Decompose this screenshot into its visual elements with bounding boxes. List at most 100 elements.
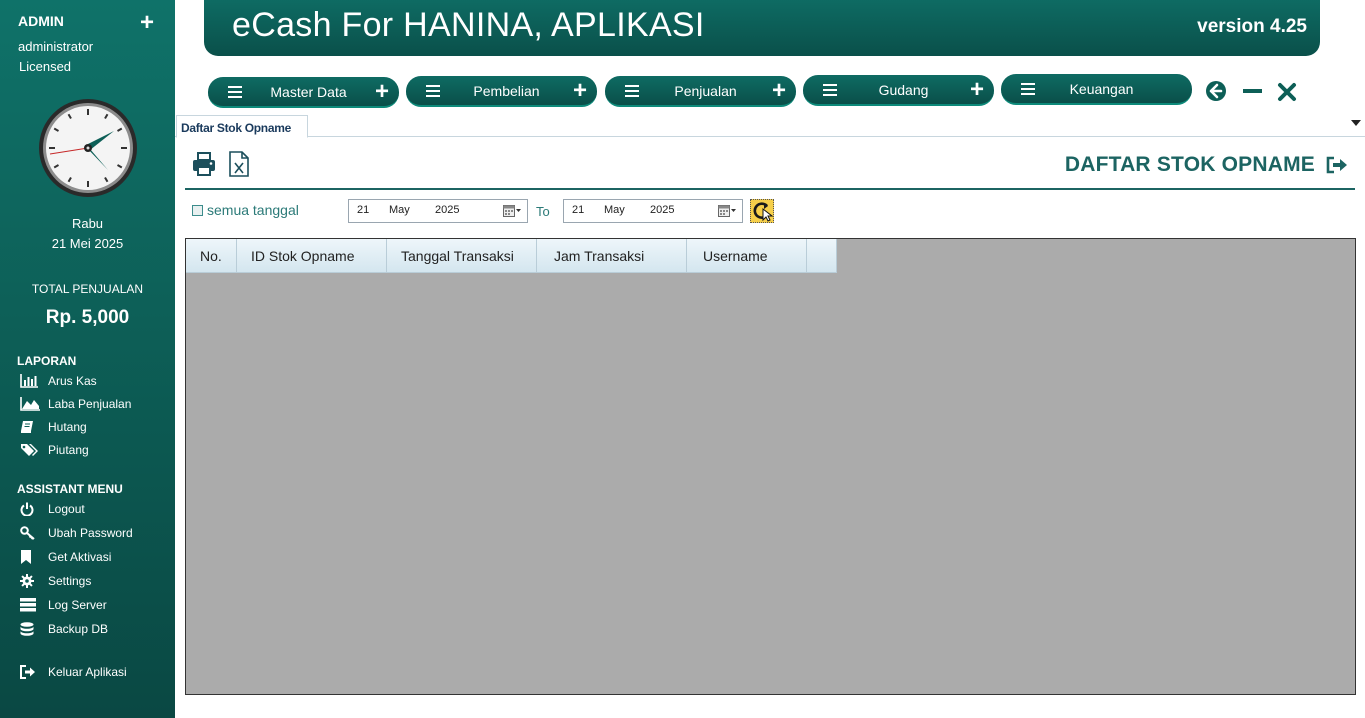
sidebar-item-hutang[interactable]: Hutang bbox=[20, 417, 87, 437]
calendar-dropdown-icon[interactable] bbox=[503, 205, 521, 217]
menu-icon bbox=[228, 86, 242, 98]
sidebar-item-label: Ubah Password bbox=[48, 526, 133, 540]
sidebar-item-label: Logout bbox=[48, 502, 85, 516]
menu-master-data[interactable]: Master Data + bbox=[208, 77, 399, 108]
export-excel-icon[interactable] bbox=[228, 151, 250, 177]
expand-plus-icon[interactable]: + bbox=[772, 78, 786, 104]
sidebar-item-ubah-password[interactable]: Ubah Password bbox=[20, 523, 133, 543]
analog-clock-icon bbox=[39, 99, 137, 197]
to-label: To bbox=[536, 204, 550, 219]
menu-gudang[interactable]: Gudang + bbox=[803, 75, 994, 106]
server-icon bbox=[20, 597, 42, 613]
menu-label: Gudang bbox=[878, 81, 929, 98]
area-chart-icon bbox=[20, 396, 42, 412]
date-to-month[interactable]: May bbox=[604, 204, 625, 216]
app-title: eCash For HANINA, APLIKASI bbox=[232, 6, 705, 44]
username-label: administrator bbox=[18, 39, 94, 54]
total-sales-value: Rp. 5,000 bbox=[45, 307, 130, 328]
tab-dropdown-icon[interactable] bbox=[1351, 120, 1361, 126]
date-to-day[interactable]: 21 bbox=[572, 204, 584, 216]
date-from-picker[interactable]: 21 May 2025 bbox=[348, 199, 528, 223]
admin-label: ADMIN bbox=[18, 13, 64, 29]
sidebar-item-piutang[interactable]: Piutang bbox=[20, 440, 89, 460]
tab-strip: Daftar Stok Opname bbox=[175, 113, 1365, 138]
sidebar-item-label: Backup DB bbox=[48, 622, 109, 636]
column-header-tanggal-transaksi[interactable]: Tanggal Transaksi bbox=[387, 239, 537, 273]
print-icon[interactable] bbox=[192, 152, 216, 176]
sidebar: ADMIN + administrator Licensed Rabu 21 M… bbox=[0, 0, 175, 718]
total-sales-label: TOTAL PENJUALAN bbox=[31, 282, 144, 296]
menu-keuangan[interactable]: Keuangan bbox=[1001, 74, 1192, 105]
stok-opname-table: No. ID Stok Opname Tanggal Transaksi Jam… bbox=[185, 238, 1356, 695]
date-from-year[interactable]: 2025 bbox=[435, 204, 459, 216]
sidebar-item-label: Piutang bbox=[48, 443, 89, 457]
expand-plus-icon[interactable]: + bbox=[970, 77, 984, 103]
current-day: Rabu bbox=[71, 216, 104, 231]
sidebar-item-logout[interactable]: Logout bbox=[20, 499, 85, 519]
database-icon bbox=[20, 621, 42, 637]
refresh-icon bbox=[753, 202, 774, 222]
sidebar-item-arus-kas[interactable]: Arus Kas bbox=[20, 371, 97, 391]
sidebar-item-laba-penjualan[interactable]: Laba Penjualan bbox=[20, 394, 131, 414]
date-to-year[interactable]: 2025 bbox=[650, 204, 674, 216]
laporan-section-title: LAPORAN bbox=[17, 354, 77, 368]
back-icon[interactable] bbox=[1205, 80, 1227, 102]
column-header-jam-transaksi[interactable]: Jam Transaksi bbox=[537, 239, 687, 273]
semua-tanggal-checkbox[interactable] bbox=[192, 205, 203, 216]
tab-daftar-stok-opname[interactable]: Daftar Stok Opname bbox=[176, 115, 308, 138]
menu-pembelian[interactable]: Pembelian + bbox=[406, 76, 597, 107]
bookmark-icon bbox=[20, 549, 42, 565]
menu-icon bbox=[426, 85, 440, 97]
refresh-button[interactable] bbox=[750, 199, 774, 223]
key-icon bbox=[20, 525, 42, 541]
column-header-username[interactable]: Username bbox=[687, 239, 807, 273]
page-title: DAFTAR STOK OPNAME bbox=[1064, 153, 1315, 176]
minimize-icon[interactable] bbox=[1242, 80, 1264, 102]
calendar-dropdown-icon[interactable] bbox=[718, 205, 736, 217]
current-date: 21 Mei 2025 bbox=[51, 236, 124, 251]
column-header-id-stok-opname[interactable]: ID Stok Opname bbox=[237, 239, 387, 273]
license-status: Licensed bbox=[19, 59, 72, 74]
sidebar-item-label: Arus Kas bbox=[48, 374, 97, 388]
sign-out-icon bbox=[20, 664, 42, 680]
menu-label: Pembelian bbox=[473, 82, 540, 99]
close-page-icon[interactable] bbox=[1326, 156, 1348, 174]
table-header: No. ID Stok Opname Tanggal Transaksi Jam… bbox=[186, 239, 837, 273]
date-from-month[interactable]: May bbox=[389, 204, 410, 216]
sidebar-add-button[interactable]: + bbox=[140, 11, 154, 35]
app-version: version 4.25 bbox=[1197, 16, 1307, 37]
app-header: eCash For HANINA, APLIKASI version 4.25 bbox=[204, 0, 1320, 56]
bar-chart-icon bbox=[20, 373, 42, 389]
column-header-no[interactable]: No. bbox=[186, 239, 237, 273]
sidebar-item-get-aktivasi[interactable]: Get Aktivasi bbox=[20, 547, 111, 567]
sidebar-item-backup-db[interactable]: Backup DB bbox=[20, 619, 108, 639]
menu-penjualan[interactable]: Penjualan + bbox=[605, 76, 796, 107]
menu-icon bbox=[1021, 83, 1035, 95]
sidebar-item-label: Keluar Aplikasi bbox=[48, 665, 127, 679]
column-header-extra[interactable] bbox=[807, 239, 837, 273]
tags-icon bbox=[20, 442, 42, 458]
date-to-picker[interactable]: 21 May 2025 bbox=[563, 199, 743, 223]
sidebar-item-label: Laba Penjualan bbox=[48, 397, 132, 411]
assistant-section-title: ASSISTANT MENU bbox=[17, 482, 123, 496]
menu-label: Penjualan bbox=[674, 82, 737, 99]
book-icon bbox=[20, 419, 42, 435]
sidebar-item-log-server[interactable]: Log Server bbox=[20, 595, 107, 615]
sidebar-item-label: Hutang bbox=[48, 420, 87, 434]
sidebar-item-settings[interactable]: Settings bbox=[20, 571, 91, 591]
close-icon[interactable] bbox=[1277, 82, 1297, 102]
sidebar-item-label: Settings bbox=[48, 574, 92, 588]
date-from-day[interactable]: 21 bbox=[357, 204, 369, 216]
sidebar-item-keluar-aplikasi[interactable]: Keluar Aplikasi bbox=[20, 662, 127, 682]
expand-plus-icon[interactable]: + bbox=[573, 78, 587, 104]
gear-icon bbox=[20, 573, 42, 589]
menu-label: Keuangan bbox=[1069, 80, 1134, 97]
menu-icon bbox=[823, 84, 837, 96]
sidebar-item-label: Log Server bbox=[48, 598, 107, 612]
expand-plus-icon[interactable]: + bbox=[375, 79, 389, 105]
title-divider bbox=[185, 188, 1355, 190]
power-icon bbox=[20, 501, 42, 517]
semua-tanggal-label[interactable]: semua tanggal bbox=[207, 202, 299, 218]
menu-icon bbox=[625, 85, 639, 97]
menu-label: Master Data bbox=[270, 83, 347, 100]
